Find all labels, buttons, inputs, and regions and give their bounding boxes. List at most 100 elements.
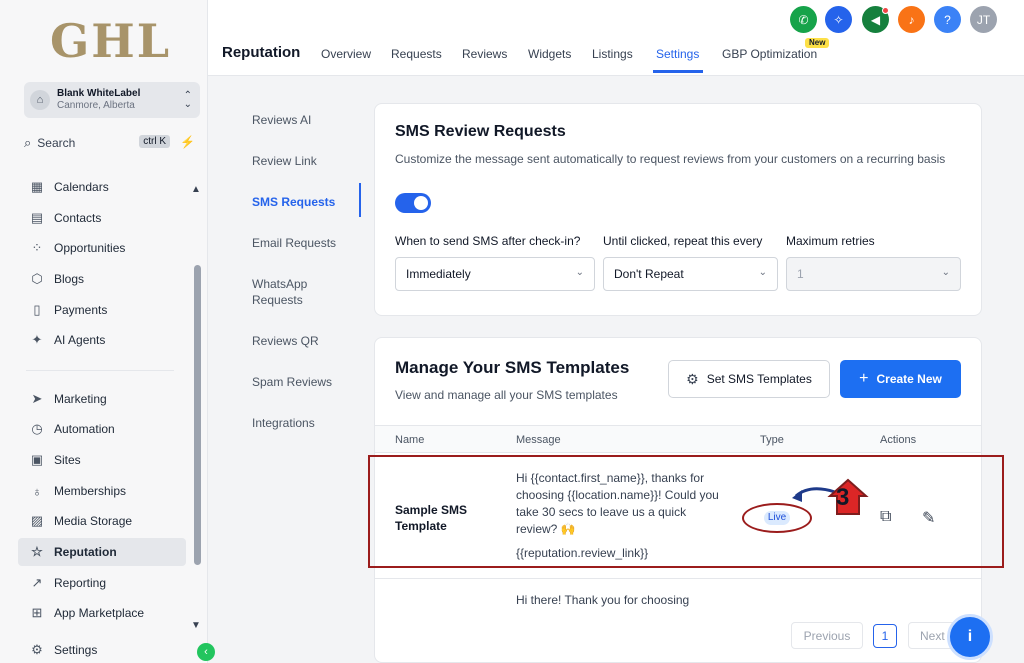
sidebar-item-reputation[interactable]: ☆ Reputation — [18, 538, 186, 566]
page-number[interactable]: 1 — [873, 624, 897, 648]
sidebar-item-media-storage[interactable]: ▨ Media Storage — [18, 507, 186, 535]
sidebar-item-automation[interactable]: ◷ Automation — [18, 415, 186, 443]
sidebar-item-calendars[interactable]: ▦ Calendars — [18, 173, 186, 201]
column-name: Name — [395, 434, 425, 446]
sidebar-item-opportunities[interactable]: ⁘ Opportunities — [18, 234, 186, 262]
star-icon: ☆ — [31, 544, 43, 559]
phone-icon: ✆ — [798, 12, 809, 27]
brand-logo[interactable]: GHL — [50, 14, 171, 68]
chat-icon: i — [967, 628, 973, 645]
settings-nav-reviews-qr[interactable]: Reviews QR — [252, 333, 319, 349]
send-timing-value: Immediately — [406, 267, 471, 281]
opportunities-icon: ⁘ — [31, 240, 43, 255]
sidebar-item-ai-agents[interactable]: ✦ AI Agents — [18, 326, 186, 354]
sidebar-item-memberships[interactable]: ♁ Memberships — [18, 477, 186, 505]
sidebar-item-reporting[interactable]: ↗ Reporting — [18, 569, 186, 597]
contacts-icon: ▤ — [30, 210, 44, 225]
notifications-button[interactable]: ♪ — [898, 6, 925, 33]
sidebar-item-blogs[interactable]: ⬡ Blogs — [18, 265, 186, 293]
magic-wand-icon: ✧ — [833, 12, 844, 27]
phone-button[interactable]: ✆ — [790, 6, 817, 33]
settings-nav-active-indicator — [359, 183, 361, 217]
repeat-interval-select[interactable]: Don't Repeat ⌄ — [603, 257, 778, 291]
scroll-down-icon[interactable]: ▼ — [191, 620, 201, 631]
megaphone-icon: ◀ — [870, 12, 881, 27]
gear-icon: ⚙ — [686, 370, 699, 387]
sms-requests-toggle[interactable] — [395, 193, 431, 213]
tab-overview[interactable]: Overview — [321, 47, 371, 61]
annotation-step-number: 3 — [836, 484, 850, 511]
sidebar-item-settings[interactable]: ⚙ Settings — [18, 636, 186, 663]
automation-icon: ◷ — [31, 421, 43, 436]
settings-nav-spam-reviews[interactable]: Spam Reviews — [252, 374, 332, 390]
max-retries-value: 1 — [797, 267, 804, 281]
sidebar-item-payments[interactable]: ▯ Payments — [18, 296, 186, 324]
tab-gbp-optimization[interactable]: GBP Optimization — [722, 47, 817, 61]
max-retries-label: Maximum retries — [786, 234, 875, 248]
settings-nav-sms-requests[interactable]: SMS Requests — [252, 194, 335, 210]
ai-agents-icon: ✦ — [31, 332, 43, 347]
search-shortcut: ctrl K — [139, 135, 170, 148]
marketplace-icon: ⊞ — [31, 605, 43, 620]
set-sms-templates-label: Set SMS Templates — [706, 372, 812, 386]
new-badge: New — [805, 38, 830, 48]
account-location: Canmore, Alberta — [57, 100, 135, 111]
column-message: Message — [516, 434, 561, 446]
sidebar-scrollbar[interactable] — [194, 265, 201, 565]
settings-nav-reviews-ai[interactable]: Reviews AI — [252, 112, 311, 128]
reporting-icon: ↗ — [31, 575, 43, 590]
sidebar-item-marketing[interactable]: ➤ Marketing — [18, 385, 186, 413]
help-button[interactable]: ? — [934, 6, 961, 33]
announcements-button[interactable]: ◀ — [862, 6, 889, 33]
tab-requests[interactable]: Requests — [391, 47, 442, 61]
page-title: Reputation — [222, 44, 301, 61]
sidebar-divider — [26, 370, 174, 371]
memberships-icon: ♁ — [32, 483, 42, 499]
sidebar-item-app-marketplace[interactable]: ⊞ App Marketplace — [18, 599, 186, 627]
create-new-button[interactable]: + Create New — [840, 360, 961, 398]
settings-nav-email-requests[interactable]: Email Requests — [252, 235, 336, 251]
tab-widgets[interactable]: Widgets — [528, 47, 571, 61]
max-retries-select[interactable]: 1 ⌄ — [786, 257, 961, 291]
set-sms-templates-button[interactable]: ⚙ Set SMS Templates — [668, 360, 830, 398]
calendar-icon: ▦ — [30, 179, 44, 194]
tab-listings[interactable]: Listings — [592, 47, 633, 61]
sidebar-item-sites[interactable]: ▣ Sites — [18, 446, 186, 474]
chevron-down-icon: ⌄ — [941, 267, 950, 278]
sidebar-item-contacts[interactable]: ▤ Contacts — [18, 204, 186, 232]
settings-nav-review-link[interactable]: Review Link — [252, 153, 317, 169]
account-switcher[interactable]: ⌂ Blank WhiteLabel Canmore, Alberta ⌃ ⌄ — [24, 82, 200, 118]
quick-action-icon[interactable]: ⚡ — [180, 135, 195, 149]
active-tab-indicator — [653, 70, 703, 73]
column-actions: Actions — [880, 434, 917, 446]
chat-help-button[interactable]: i — [947, 614, 993, 660]
tab-reviews[interactable]: Reviews — [462, 47, 507, 61]
row-divider — [375, 578, 981, 579]
account-name: Blank WhiteLabel — [57, 88, 141, 99]
chevron-down-icon: ⌄ — [575, 267, 584, 278]
user-avatar[interactable]: JT — [970, 6, 997, 33]
marketing-icon: ➤ — [31, 391, 43, 406]
settings-nav-whatsapp-requests[interactable]: WhatsApp Requests — [252, 276, 332, 308]
template-message-2: Hi there! Thank you for choosing — [516, 593, 690, 607]
tools-button[interactable]: ✧ — [825, 6, 852, 33]
send-timing-select[interactable]: Immediately ⌄ — [395, 257, 595, 291]
previous-page-button[interactable]: Previous — [791, 622, 863, 649]
templates-title: Manage Your SMS Templates — [395, 358, 630, 377]
annotation-highlight-box — [368, 455, 1004, 568]
account-icon: ⌂ — [30, 90, 50, 110]
chevron-down-icon: ⌄ — [758, 267, 767, 278]
notification-dot — [882, 7, 889, 14]
media-icon: ▨ — [30, 513, 44, 528]
templates-subtitle: View and manage all your SMS templates — [395, 388, 618, 402]
toggle-knob — [414, 196, 428, 210]
settings-nav-integrations[interactable]: Integrations — [252, 415, 315, 431]
tab-settings[interactable]: Settings — [656, 47, 699, 61]
scroll-up-icon[interactable]: ▲ — [191, 184, 201, 195]
chevron-updown-icon: ⌃ ⌄ — [183, 90, 192, 110]
search-button[interactable]: ⌕ Search ctrl K — [24, 132, 172, 154]
gear-icon: ⚙ — [31, 642, 43, 657]
collapse-sidebar-button[interactable]: ‹ — [197, 643, 215, 661]
plus-icon: + — [859, 370, 869, 387]
send-timing-label: When to send SMS after check-in? — [395, 234, 581, 248]
